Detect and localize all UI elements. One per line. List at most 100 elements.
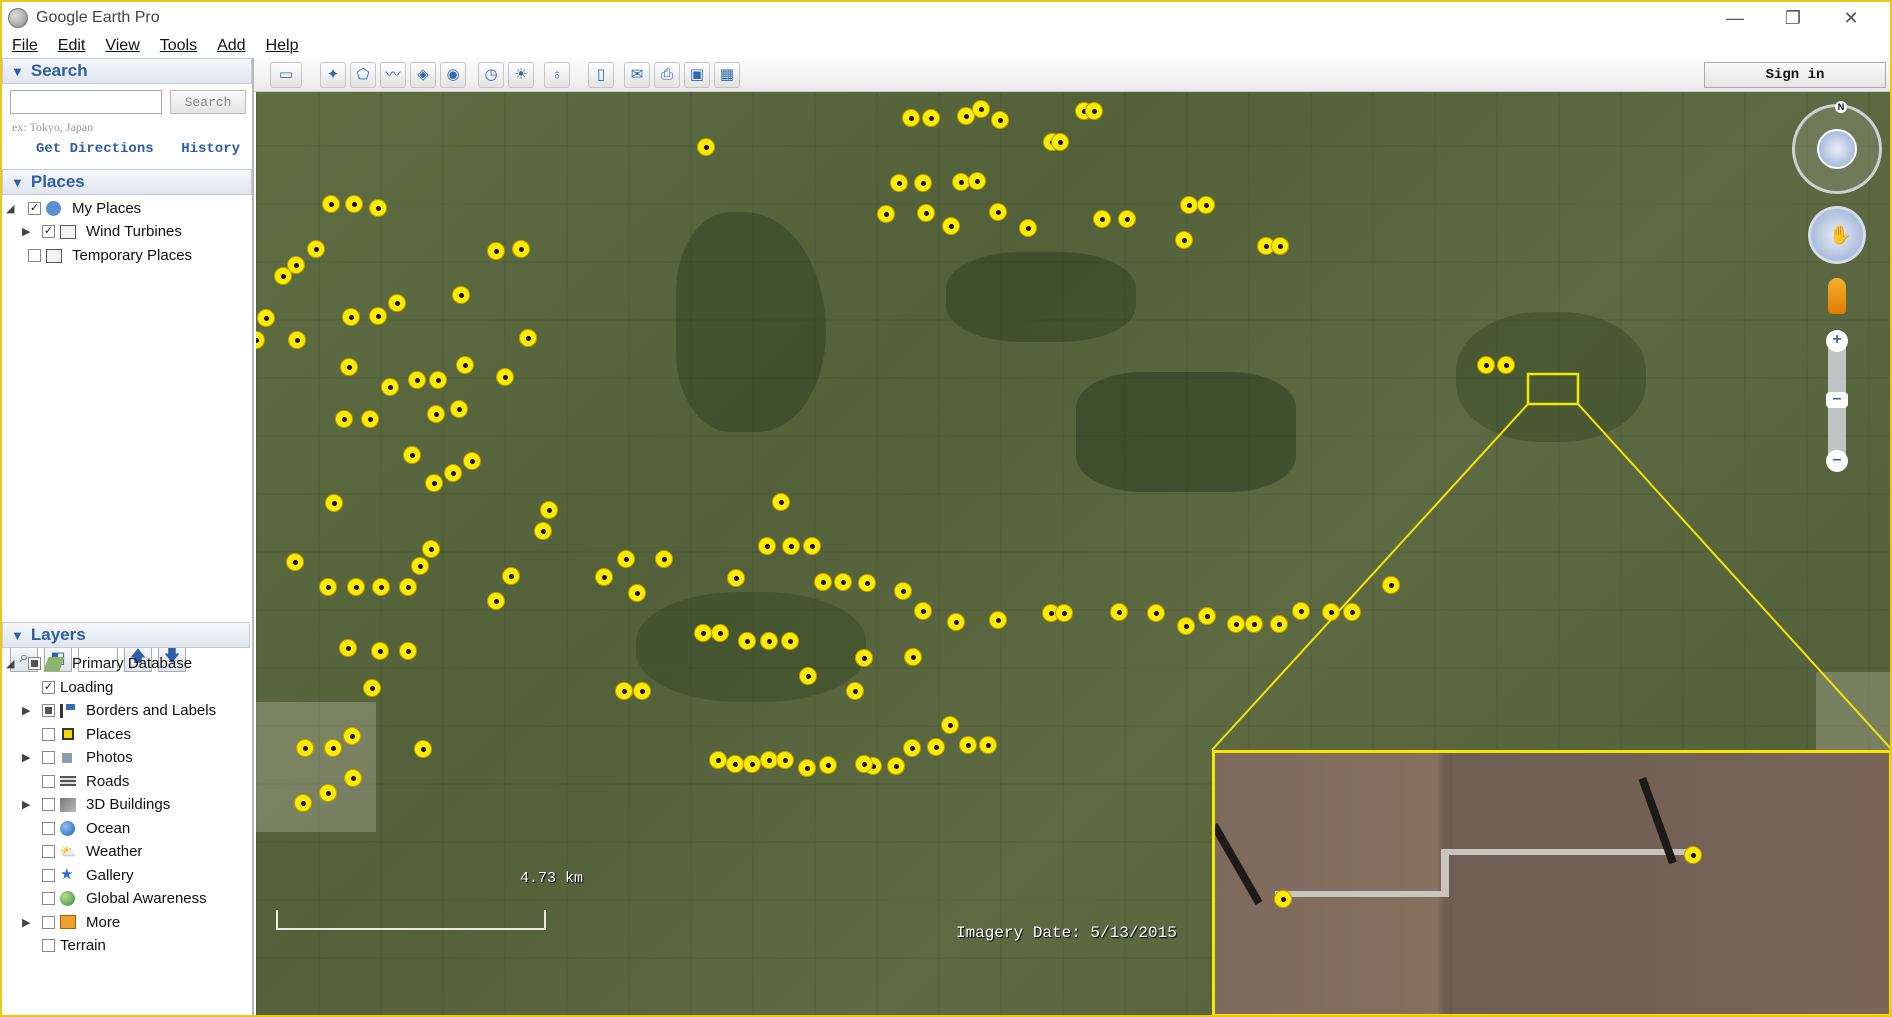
layer-global-awareness[interactable]: Global Awareness: [2, 887, 250, 911]
tree-item-my-places[interactable]: ◢ ✓ My Places: [2, 197, 252, 221]
gravel-road: [1449, 849, 1699, 855]
layer-ocean[interactable]: Ocean: [2, 817, 250, 841]
checkbox[interactable]: [28, 249, 41, 263]
places-icon: [62, 728, 74, 741]
expand-arrow-icon[interactable]: ▶: [22, 225, 34, 238]
layer-primary-database[interactable]: ◢ Primary Database: [2, 652, 250, 676]
layer-gallery[interactable]: ★ Gallery: [2, 864, 250, 888]
places-header-label: Places: [30, 172, 85, 191]
checkbox[interactable]: [42, 751, 55, 765]
expand-arrow-icon[interactable]: ▶: [22, 798, 34, 811]
look-joystick[interactable]: N: [1792, 101, 1882, 194]
checkbox[interactable]: ✓: [28, 202, 41, 216]
zoom-slider[interactable]: + – –: [1826, 330, 1848, 472]
layer-photos[interactable]: ▶ Photos: [2, 746, 250, 770]
checkbox[interactable]: ✓: [42, 225, 55, 239]
email-button[interactable]: ✉: [624, 62, 650, 88]
gallery-icon: ★: [60, 866, 74, 884]
checkbox[interactable]: [42, 798, 55, 812]
sidebar-icon: ▭: [278, 66, 294, 83]
zoom-out-icon[interactable]: –: [1826, 450, 1848, 472]
move-joystick[interactable]: ✋: [1808, 206, 1866, 264]
historical-imagery-button[interactable]: ◷: [478, 62, 504, 88]
collapse-arrow-icon[interactable]: ◢: [6, 657, 18, 670]
history-link[interactable]: History: [181, 141, 240, 157]
search-input[interactable]: [10, 90, 162, 114]
add-image-overlay-button[interactable]: ◈: [410, 62, 436, 88]
collapse-arrow-icon[interactable]: ◢: [6, 202, 18, 215]
ruler-button[interactable]: ▯: [588, 62, 614, 88]
expand-arrow-icon[interactable]: ▶: [22, 751, 34, 764]
sunlight-button[interactable]: ☀: [508, 62, 534, 88]
save-image-button[interactable]: ▣: [684, 62, 710, 88]
checkbox[interactable]: [42, 704, 55, 718]
expand-arrow-icon[interactable]: ▶: [22, 704, 34, 717]
map-view[interactable]: N ✋ + – – 4.73 km Imagery Date: 5/13/201…: [256, 92, 1890, 1015]
menu-tools[interactable]: Tools: [160, 37, 197, 55]
layer-3d-buildings[interactable]: ▶ 3D Buildings: [2, 793, 250, 817]
layer-roads[interactable]: Roads: [2, 770, 250, 794]
checkbox[interactable]: [42, 821, 55, 835]
street-view-pegman-icon[interactable]: [1828, 278, 1846, 314]
layers-panel-header[interactable]: ▼ Layers: [2, 622, 250, 648]
menu-view[interactable]: View: [105, 37, 139, 55]
collapse-triangle-icon: ▼: [11, 63, 24, 79]
photos-icon: [62, 752, 72, 763]
checkbox[interactable]: ✓: [42, 680, 55, 694]
checkbox[interactable]: [42, 892, 55, 906]
get-directions-link[interactable]: Get Directions: [36, 141, 154, 157]
compass-north-label[interactable]: N: [1835, 101, 1847, 113]
turbine-marker[interactable]: [1684, 846, 1702, 864]
tree-item-temporary-places[interactable]: Temporary Places: [2, 244, 252, 268]
zoom-thumb[interactable]: –: [1826, 391, 1848, 408]
toggle-sidebar-button[interactable]: ▭: [270, 62, 302, 88]
layer-places[interactable]: Places: [2, 723, 250, 747]
checkbox[interactable]: [42, 727, 55, 741]
print-button[interactable]: ⎙: [654, 62, 680, 88]
checkbox[interactable]: [28, 657, 41, 671]
record-tour-button[interactable]: ◉: [440, 62, 466, 88]
layers-tree: ◢ Primary Database ✓ Loading ▶ Borders a…: [2, 652, 250, 972]
view-in-maps-button[interactable]: ▦: [714, 62, 740, 88]
restore-button[interactable]: ❐: [1764, 2, 1822, 34]
layer-label: Photos: [86, 749, 133, 767]
search-button[interactable]: Search: [170, 90, 246, 114]
places-panel-header[interactable]: ▼ Places: [2, 169, 252, 195]
imagery-date: Imagery Date: 5/13/2015: [956, 924, 1177, 942]
scale-bar: [276, 910, 546, 930]
switch-planet-button[interactable]: ♁: [544, 62, 570, 88]
layer-terrain[interactable]: Terrain: [2, 934, 250, 958]
eye-icon[interactable]: [1817, 129, 1857, 169]
search-hint: ex: Tokyo, Japan: [12, 120, 94, 134]
zoom-in-icon[interactable]: +: [1826, 330, 1848, 352]
layer-label: Borders and Labels: [86, 702, 217, 720]
callout-line-left: [1211, 403, 1529, 751]
add-path-button[interactable]: 〰: [380, 62, 406, 88]
sign-in-button[interactable]: Sign in: [1704, 62, 1886, 88]
checkbox[interactable]: [42, 915, 55, 929]
menu-add[interactable]: Add: [217, 37, 245, 55]
menu-edit[interactable]: Edit: [58, 37, 86, 55]
checkbox[interactable]: [42, 939, 55, 953]
minimize-button[interactable]: —: [1706, 2, 1764, 34]
menu-help[interactable]: Help: [266, 37, 299, 55]
menu-file[interactable]: File: [12, 37, 38, 55]
turbine-shadow: [1215, 823, 1263, 905]
layer-weather[interactable]: ⛅ Weather: [2, 840, 250, 864]
checkbox[interactable]: [42, 774, 55, 788]
layer-loading[interactable]: ✓ Loading: [2, 676, 250, 700]
checkbox[interactable]: [42, 845, 55, 859]
expand-arrow-icon[interactable]: ▶: [22, 916, 34, 929]
search-panel-header[interactable]: ▼ Search: [2, 58, 252, 84]
more-icon: [60, 915, 76, 930]
checkbox[interactable]: [42, 868, 55, 882]
turbine-marker[interactable]: [1274, 890, 1292, 908]
layer-more[interactable]: ▶ More: [2, 911, 250, 935]
add-placemark-button[interactable]: ✦: [320, 62, 346, 88]
tree-item-wind-turbines[interactable]: ▶ ✓ Wind Turbines: [2, 220, 252, 244]
add-polygon-button[interactable]: ⬠: [350, 62, 376, 88]
layer-label: More: [86, 913, 121, 931]
path-icon: 〰: [385, 66, 401, 83]
close-button[interactable]: ✕: [1822, 2, 1880, 34]
layer-borders-and-labels[interactable]: ▶ Borders and Labels: [2, 699, 250, 723]
